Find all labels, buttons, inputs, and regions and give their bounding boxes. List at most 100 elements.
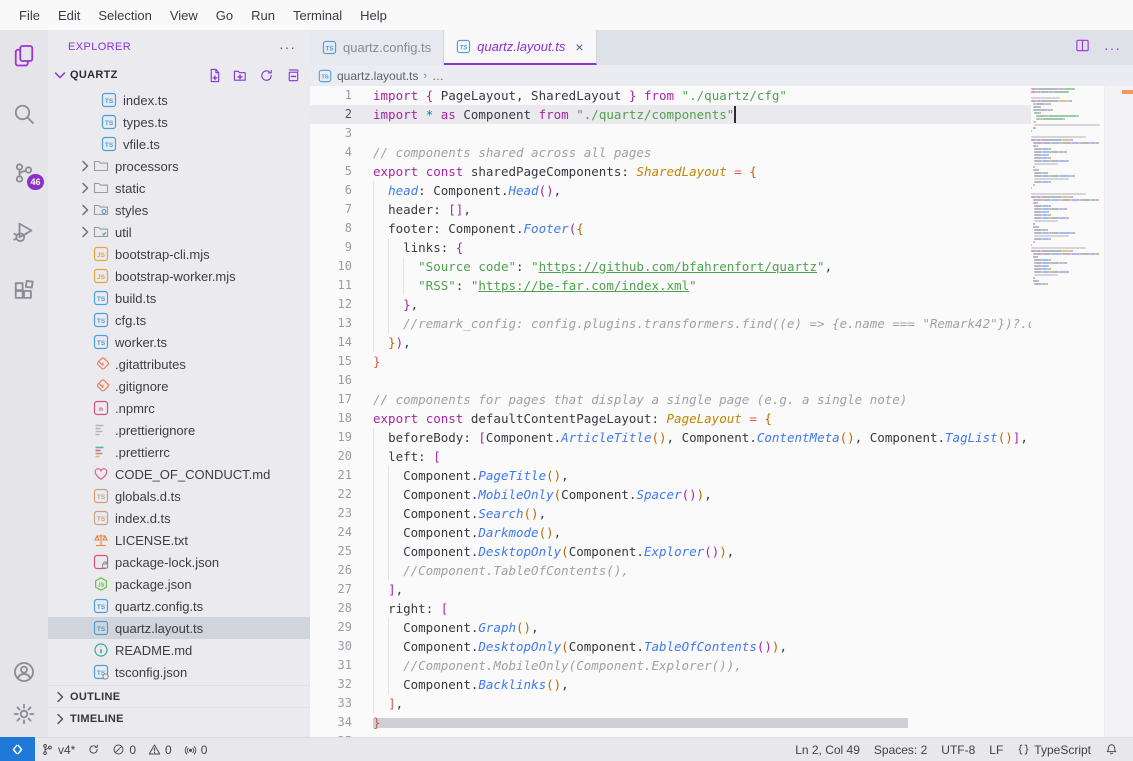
tree-item-globals-d-ts[interactable]: TSglobals.d.ts xyxy=(48,485,310,507)
breadcrumb-file[interactable]: quartz.layout.ts xyxy=(337,69,418,83)
code-line-18[interactable]: 18export const defaultContentPageLayout:… xyxy=(310,409,1031,428)
code-line-2[interactable]: 2import * as Component from "./quartz/co… xyxy=(310,105,1031,124)
menu-view[interactable]: View xyxy=(161,4,207,27)
status-language-mode[interactable]: TypeScript xyxy=(1010,738,1098,761)
code-line-17[interactable]: 17// components for pages that display a… xyxy=(310,390,1031,409)
extensions-icon[interactable] xyxy=(11,278,37,304)
code-line-29[interactable]: 29 Component.Graph(), xyxy=(310,618,1031,637)
tab-quartz-layout-ts[interactable]: TSquartz.layout.ts× xyxy=(444,30,596,65)
tree-item--prettierrc[interactable]: .prettierrc xyxy=(48,441,310,463)
code-line-10[interactable]: 10 "Source code": "https://github.com/bf… xyxy=(310,257,1031,276)
minimap[interactable] xyxy=(1031,86,1104,737)
tree-item-bootstrap-worker-mjs[interactable]: JSbootstrap-worker.mjs xyxy=(48,265,310,287)
code-line-3[interactable]: 3 xyxy=(310,124,1031,143)
tree-item-index-d-ts[interactable]: TSindex.d.ts xyxy=(48,507,310,529)
code-line-20[interactable]: 20 left: [ xyxy=(310,447,1031,466)
code-line-13[interactable]: 13 //remark_config: config.plugins.trans… xyxy=(310,314,1031,333)
code-line-22[interactable]: 22 Component.MobileOnly(Component.Spacer… xyxy=(310,485,1031,504)
code-line-27[interactable]: 27 ], xyxy=(310,580,1031,599)
status-branch[interactable]: v4* xyxy=(35,738,81,761)
menu-selection[interactable]: Selection xyxy=(89,4,160,27)
tree-item-package-lock-json[interactable]: package-lock.json xyxy=(48,551,310,573)
horizontal-scrollbar[interactable] xyxy=(373,718,908,728)
code-line-24[interactable]: 24 Component.Darkmode(), xyxy=(310,523,1031,542)
tree-item-static[interactable]: static xyxy=(48,177,310,199)
status-notifications[interactable] xyxy=(1098,738,1125,761)
code-line-21[interactable]: 21 Component.PageTitle(), xyxy=(310,466,1031,485)
refresh-explorer-icon[interactable] xyxy=(259,68,274,83)
status-ports[interactable]: 0 xyxy=(178,738,214,761)
tree-item-processors[interactable]: processors xyxy=(48,155,310,177)
split-editor-icon[interactable] xyxy=(1075,38,1090,58)
explorer-icon[interactable] xyxy=(11,42,37,68)
search-icon[interactable] xyxy=(11,101,37,127)
tree-item-readme-md[interactable]: README.md xyxy=(48,639,310,661)
tree-item--prettierignore[interactable]: .prettierignore xyxy=(48,419,310,441)
tree-item-styles[interactable]: styles xyxy=(48,199,310,221)
accounts-icon[interactable] xyxy=(11,659,37,685)
sidebar-panel-timeline[interactable]: TIMELINE xyxy=(48,707,310,729)
tree-item-util[interactable]: util xyxy=(48,221,310,243)
settings-icon[interactable] xyxy=(11,701,37,727)
code-line-14[interactable]: 14 }), xyxy=(310,333,1031,352)
status-eol[interactable]: LF xyxy=(982,738,1010,761)
overview-ruler[interactable] xyxy=(1104,86,1133,737)
tree-item-vfile-ts[interactable]: TSvfile.ts xyxy=(48,133,310,155)
code-line-31[interactable]: 31 //Component.MobileOnly(Component.Expl… xyxy=(310,656,1031,675)
menu-file[interactable]: File xyxy=(10,4,49,27)
sidebar-panel-outline[interactable]: OUTLINE xyxy=(48,685,310,707)
code-line-11[interactable]: 11 "RSS": "https://be-far.com/index.xml" xyxy=(310,276,1031,295)
code-line-28[interactable]: 28 right: [ xyxy=(310,599,1031,618)
status-sync[interactable] xyxy=(81,738,106,761)
tree-item-tsconfig-json[interactable]: TStsconfig.json xyxy=(48,661,310,683)
menu-help[interactable]: Help xyxy=(351,4,396,27)
menu-edit[interactable]: Edit xyxy=(49,4,89,27)
source-control-icon[interactable]: 46 xyxy=(11,160,37,186)
tab-quartz-config-ts[interactable]: TSquartz.config.ts xyxy=(310,30,444,65)
code-line-7[interactable]: 7 header: [], xyxy=(310,200,1031,219)
code-line-8[interactable]: 8 footer: Component.Footer({ xyxy=(310,219,1031,238)
code-line-12[interactable]: 12 }, xyxy=(310,295,1031,314)
tree-item--npmrc[interactable]: n.npmrc xyxy=(48,397,310,419)
code-line-25[interactable]: 25 Component.DesktopOnly(Component.Explo… xyxy=(310,542,1031,561)
menu-terminal[interactable]: Terminal xyxy=(284,4,351,27)
tree-item--gitattributes[interactable]: .gitattributes xyxy=(48,353,310,375)
code-line-6[interactable]: 6 head: Component.Head(), xyxy=(310,181,1031,200)
tree-item-bootstrap-cli-mjs[interactable]: JSbootstrap-cli.mjs xyxy=(48,243,310,265)
status-indentation[interactable]: Spaces: 2 xyxy=(867,738,934,761)
code-line-5[interactable]: 5export const sharedPageComponents: Shar… xyxy=(310,162,1031,181)
menu-run[interactable]: Run xyxy=(242,4,284,27)
code-line-9[interactable]: 9 links: { xyxy=(310,238,1031,257)
editor-more-actions-icon[interactable]: ··· xyxy=(1104,40,1121,56)
breadcrumb[interactable]: TS quartz.layout.ts › … xyxy=(310,65,1133,86)
new-file-icon[interactable] xyxy=(207,68,222,83)
code-line-16[interactable]: 16 xyxy=(310,371,1031,390)
tree-item-quartz-layout-ts[interactable]: TSquartz.layout.ts xyxy=(48,617,310,639)
code-line-23[interactable]: 23 Component.Search(), xyxy=(310,504,1031,523)
breadcrumb-more[interactable]: … xyxy=(432,69,444,83)
code-line-15[interactable]: 15} xyxy=(310,352,1031,371)
code-area[interactable]: 1import { PageLayout, SharedLayout } fro… xyxy=(310,86,1031,737)
code-line-1[interactable]: 1import { PageLayout, SharedLayout } fro… xyxy=(310,86,1031,105)
tree-item-build-ts[interactable]: TSbuild.ts xyxy=(48,287,310,309)
code-line-32[interactable]: 32 Component.Backlinks(), xyxy=(310,675,1031,694)
menu-go[interactable]: Go xyxy=(207,4,242,27)
tree-item-worker-ts[interactable]: TSworker.ts xyxy=(48,331,310,353)
code-line-30[interactable]: 30 Component.DesktopOnly(Component.Table… xyxy=(310,637,1031,656)
status-cursor-position[interactable]: Ln 2, Col 49 xyxy=(788,738,867,761)
run-debug-icon[interactable] xyxy=(11,219,37,245)
tree-item-index-ts[interactable]: TSindex.ts xyxy=(48,89,310,111)
status-encoding[interactable]: UTF-8 xyxy=(934,738,982,761)
sidebar-section-quartz[interactable]: QUARTZ xyxy=(48,63,310,87)
tree-item-code-of-conduct-md[interactable]: CODE_OF_CONDUCT.md xyxy=(48,463,310,485)
code-line-33[interactable]: 33 ], xyxy=(310,694,1031,713)
code-line-19[interactable]: 19 beforeBody: [Component.ArticleTitle()… xyxy=(310,428,1031,447)
tree-item-quartz-config-ts[interactable]: TSquartz.config.ts xyxy=(48,595,310,617)
status-warnings[interactable]: 0 xyxy=(142,738,178,761)
tree-item-license-txt[interactable]: LICENSE.txt xyxy=(48,529,310,551)
tree-item-types-ts[interactable]: TStypes.ts xyxy=(48,111,310,133)
remote-indicator[interactable] xyxy=(0,737,35,761)
tree-item-package-json[interactable]: JSpackage.json xyxy=(48,573,310,595)
collapse-folders-icon[interactable] xyxy=(285,68,300,83)
code-line-26[interactable]: 26 //Component.TableOfContents(), xyxy=(310,561,1031,580)
